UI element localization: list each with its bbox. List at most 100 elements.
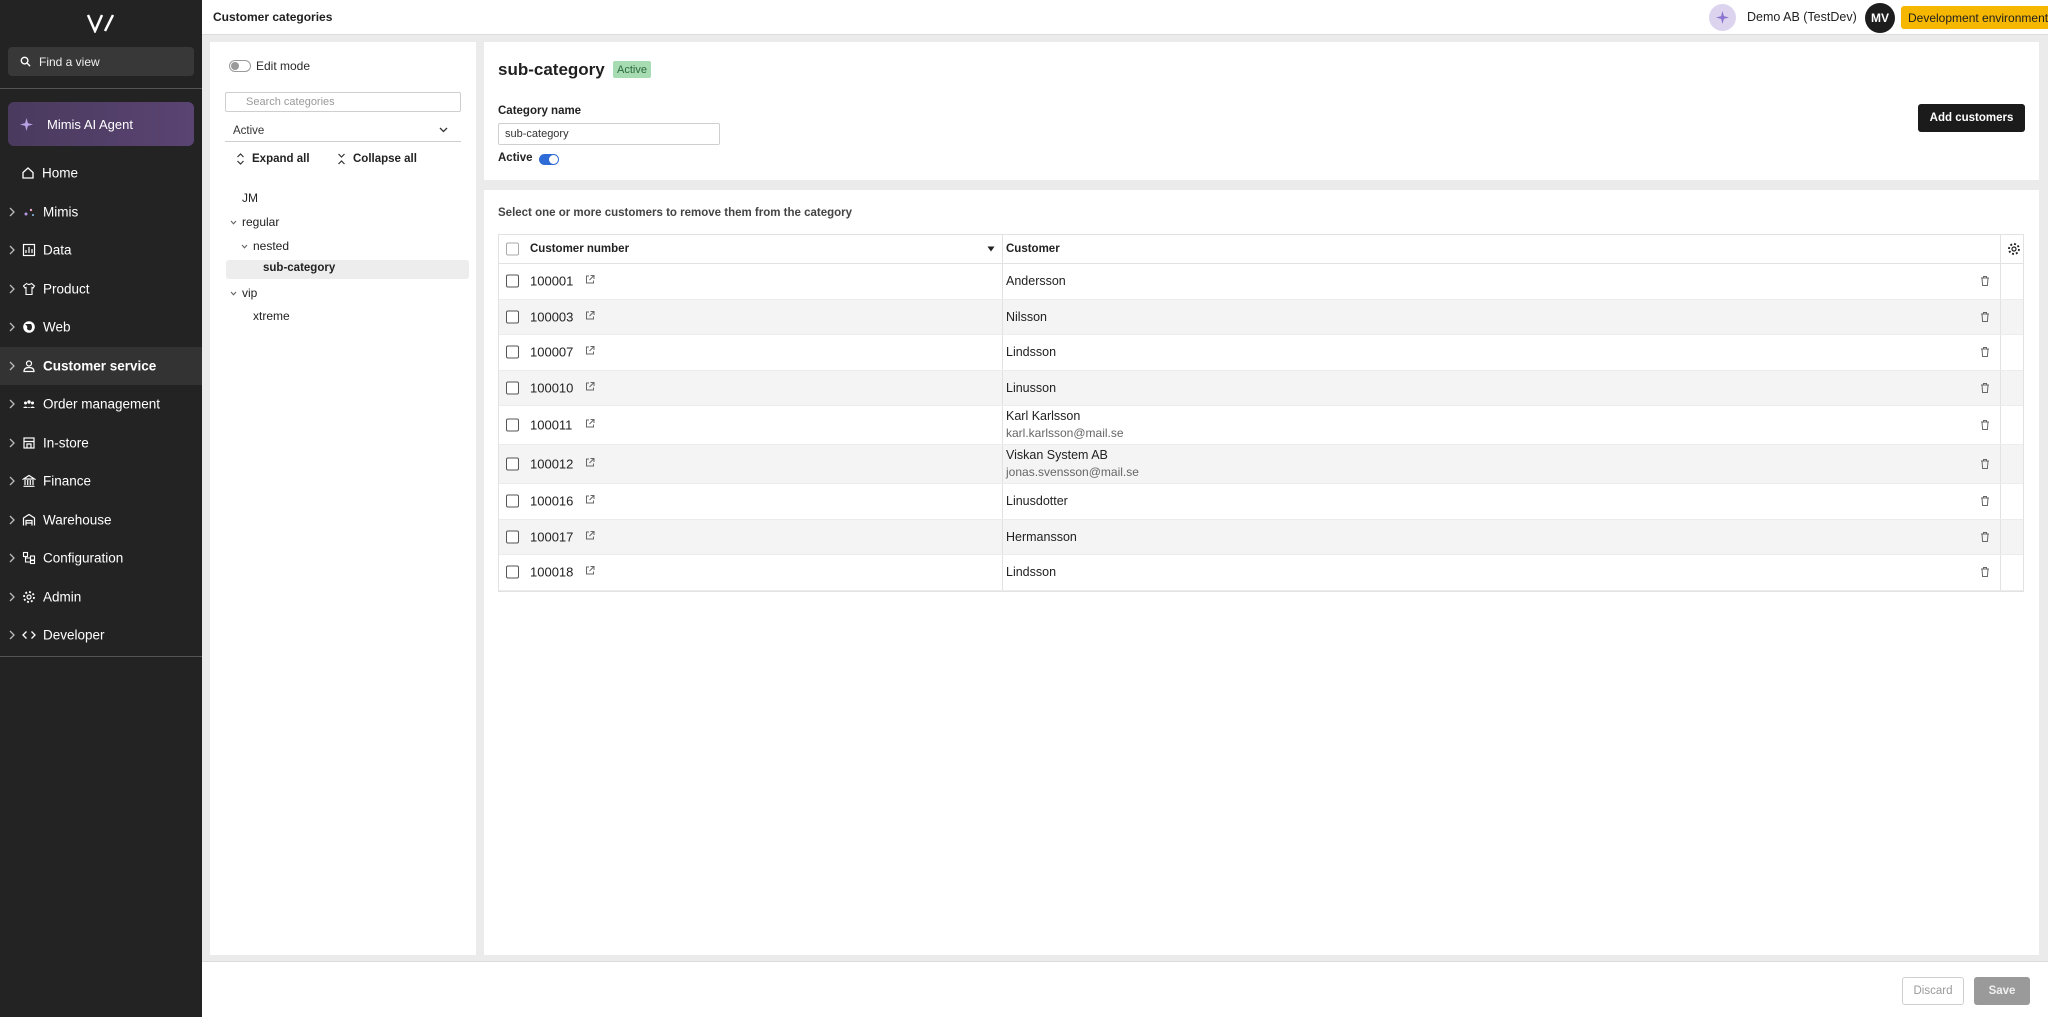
chevron-right-icon [9, 476, 15, 486]
sidebar-item-finance[interactable]: Finance [0, 462, 202, 501]
edit-mode-toggle[interactable]: Edit mode [229, 59, 310, 73]
expand-all-button[interactable]: Expand all [236, 153, 310, 165]
tree-node-jm[interactable]: JM [242, 191, 258, 205]
external-link-icon[interactable] [585, 566, 595, 576]
sidebar-item-configuration[interactable]: Configuration [0, 539, 202, 578]
tree-node-regular[interactable]: regular [230, 215, 279, 229]
external-link-icon[interactable] [585, 419, 595, 429]
external-link-icon[interactable] [585, 458, 595, 468]
sidebar-item-warehouse[interactable]: Warehouse [0, 501, 202, 540]
external-link-icon[interactable] [585, 495, 595, 505]
trash-icon[interactable] [1980, 459, 1990, 470]
column-divider [1002, 445, 1003, 483]
find-view-label: Find a view [39, 54, 100, 69]
sidebar-item-mimis[interactable]: Mimis [0, 193, 202, 232]
sidebar-item-home[interactable]: Home [0, 154, 202, 193]
sidebar-item-product[interactable]: Product [0, 270, 202, 309]
home-icon [22, 167, 34, 179]
row-checkbox[interactable] [506, 565, 519, 579]
tree-node-vip[interactable]: vip [230, 286, 257, 300]
table-row[interactable]: 100010 Linusson [499, 370, 2023, 406]
sidebar-item-web[interactable]: Web [0, 308, 202, 347]
select-all-checkbox[interactable] [506, 242, 519, 256]
table-row[interactable]: 100018 Lindsson [499, 555, 2023, 591]
gear-icon[interactable] [2007, 242, 2021, 256]
trash-icon[interactable] [1980, 276, 1990, 287]
company-switcher[interactable] [1709, 4, 1736, 31]
chevron-down-icon[interactable] [230, 291, 237, 296]
table-row[interactable]: 100007 Lindsson [499, 335, 2023, 371]
row-checkbox[interactable] [506, 274, 519, 288]
table-row[interactable]: 100011 Karl Karlsson karl.karlsson@mail.… [499, 406, 2023, 445]
sidebar-item-data[interactable]: Data [0, 231, 202, 270]
external-link-icon[interactable] [585, 346, 595, 356]
save-button[interactable]: Save [1974, 977, 2030, 1005]
trash-icon[interactable] [1980, 347, 1990, 358]
table-row[interactable]: 100001 Andersson [499, 264, 2023, 300]
code-icon [22, 631, 36, 640]
active-toggle[interactable] [539, 154, 559, 165]
collapse-all-button[interactable]: Collapse all [337, 153, 417, 165]
row-checkbox[interactable] [506, 345, 519, 359]
row-checkbox[interactable] [506, 494, 519, 508]
trash-icon[interactable] [1980, 531, 1990, 542]
trash-icon[interactable] [1980, 496, 1990, 507]
external-link-icon[interactable] [585, 530, 595, 540]
logo[interactable] [0, 0, 202, 45]
table-row[interactable]: 100012 Viskan System AB jonas.svensson@m… [499, 445, 2023, 484]
category-detail-card: sub-category Active Category name Active… [484, 42, 2039, 180]
table-row[interactable]: 100017 Hermansson [499, 519, 2023, 555]
tree-node-xtreme[interactable]: xtreme [253, 309, 290, 323]
company-name[interactable]: Demo AB (TestDev) [1747, 10, 1857, 24]
category-search-input[interactable] [225, 92, 461, 112]
sort-down-icon[interactable] [987, 246, 995, 252]
search-icon [20, 56, 31, 67]
ai-agent-label: Mimis AI Agent [47, 116, 133, 132]
discard-button[interactable]: Discard [1902, 977, 1964, 1005]
find-view-button[interactable]: Find a view [8, 47, 194, 76]
sidebar-item-label: Mimis [43, 204, 79, 220]
toggle-switch[interactable] [229, 60, 251, 72]
sidebar-item-customer-service[interactable]: Customer service [0, 346, 202, 385]
sidebar-item-order-management[interactable]: Order management [0, 385, 202, 424]
external-link-icon[interactable] [585, 275, 595, 285]
people-icon [23, 400, 35, 409]
row-checkbox[interactable] [506, 457, 519, 471]
row-checkbox[interactable] [506, 381, 519, 395]
row-checkbox[interactable] [506, 530, 519, 544]
chevron-down-icon[interactable] [241, 244, 248, 249]
column-header-customer-number[interactable]: Customer number [530, 243, 629, 255]
avatar[interactable]: MV [1865, 3, 1895, 33]
collapse-all-label: Collapse all [353, 153, 417, 165]
chevron-down-icon[interactable] [230, 220, 237, 225]
ai-agent-button[interactable]: Mimis AI Agent [8, 102, 194, 146]
sidebar-item-label: Data [43, 242, 72, 258]
sidebar-item-label: Developer [43, 627, 105, 643]
column-divider [2000, 484, 2001, 519]
add-customers-button[interactable]: Add customers [1918, 104, 2025, 132]
trash-icon[interactable] [1980, 420, 1990, 431]
trash-icon[interactable] [1980, 311, 1990, 322]
globe-icon [23, 321, 35, 334]
trash-icon[interactable] [1980, 567, 1990, 578]
sidebar-item-admin[interactable]: Admin [0, 578, 202, 617]
chevron-right-icon [9, 399, 15, 409]
row-checkbox[interactable] [506, 310, 519, 324]
tree-node-sub-category[interactable]: sub-category [263, 262, 335, 274]
category-name-input[interactable] [498, 123, 720, 145]
trash-icon[interactable] [1980, 382, 1990, 393]
external-link-icon[interactable] [585, 310, 595, 320]
column-divider [1002, 299, 1003, 334]
table-row[interactable]: 100003 Nilsson [499, 299, 2023, 335]
row-checkbox[interactable] [506, 418, 519, 432]
customer-number: 100010 [530, 380, 574, 396]
table-row[interactable]: 100016 Linusdotter [499, 484, 2023, 520]
column-header-customer[interactable]: Customer [1006, 243, 1060, 255]
tree-node-nested[interactable]: nested [241, 239, 289, 253]
customer-name: Viskan System AB [1006, 448, 1108, 462]
external-link-icon[interactable] [585, 381, 595, 391]
sidebar-item-in-store[interactable]: In-store [0, 424, 202, 463]
sidebar-item-developer[interactable]: Developer [0, 616, 202, 655]
status-filter-select[interactable]: Active [225, 120, 461, 142]
chevron-right-icon [9, 284, 15, 294]
